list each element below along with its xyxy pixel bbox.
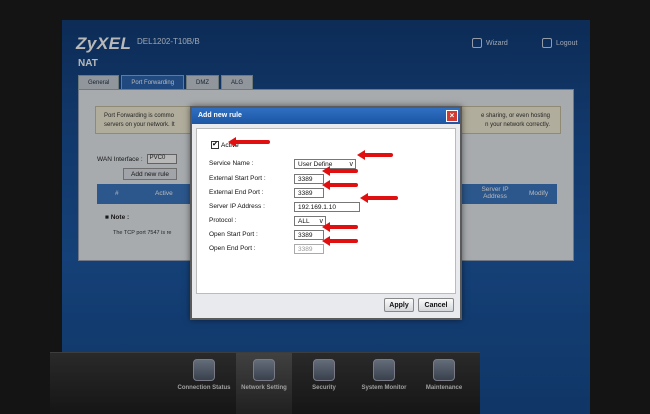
server-ip-input[interactable]: 192.169.1.10 [294, 202, 360, 212]
apply-button[interactable]: Apply [384, 298, 414, 312]
open-start-port-label: Open Start Port : [209, 231, 258, 238]
annotation-arrow-icon [228, 137, 270, 147]
annotation-arrow-icon [360, 193, 398, 203]
active-checkbox[interactable]: ✔ [211, 141, 219, 149]
annotation-arrow-icon [322, 180, 358, 190]
dialog-body: ✔ Active Service Name : User Define v Ext… [196, 128, 456, 294]
external-start-port-label: External Start Port : [209, 175, 266, 182]
close-icon[interactable]: × [446, 110, 458, 122]
external-start-port-input[interactable]: 3389 [294, 174, 324, 184]
annotation-arrow-icon [322, 166, 358, 176]
external-end-port-label: External End Port : [209, 189, 264, 196]
screenshot-stage: ZyXEL DEL1202-T10B/B NAT Wizard Logout G… [0, 0, 650, 414]
cancel-button[interactable]: Cancel [418, 298, 454, 312]
dialog-title: Add new rule [192, 108, 460, 124]
dialog-footer: Apply Cancel [196, 296, 456, 316]
service-name-label: Service Name : [209, 160, 254, 167]
annotation-arrow-icon [322, 222, 358, 232]
external-end-port-input[interactable]: 3389 [294, 188, 324, 198]
annotation-arrow-icon [357, 150, 393, 160]
dialog-title-text: Add new rule [198, 112, 242, 119]
protocol-label: Protocol : [209, 217, 237, 224]
server-ip-label: Server IP Address : [209, 203, 265, 210]
open-end-port-label: Open End Port : [209, 245, 256, 252]
protocol-value: ALL [298, 218, 310, 225]
annotation-arrow-icon [322, 236, 358, 246]
open-start-port-input[interactable]: 3389 [294, 230, 324, 240]
open-end-port-input[interactable]: 3389 [294, 244, 324, 254]
